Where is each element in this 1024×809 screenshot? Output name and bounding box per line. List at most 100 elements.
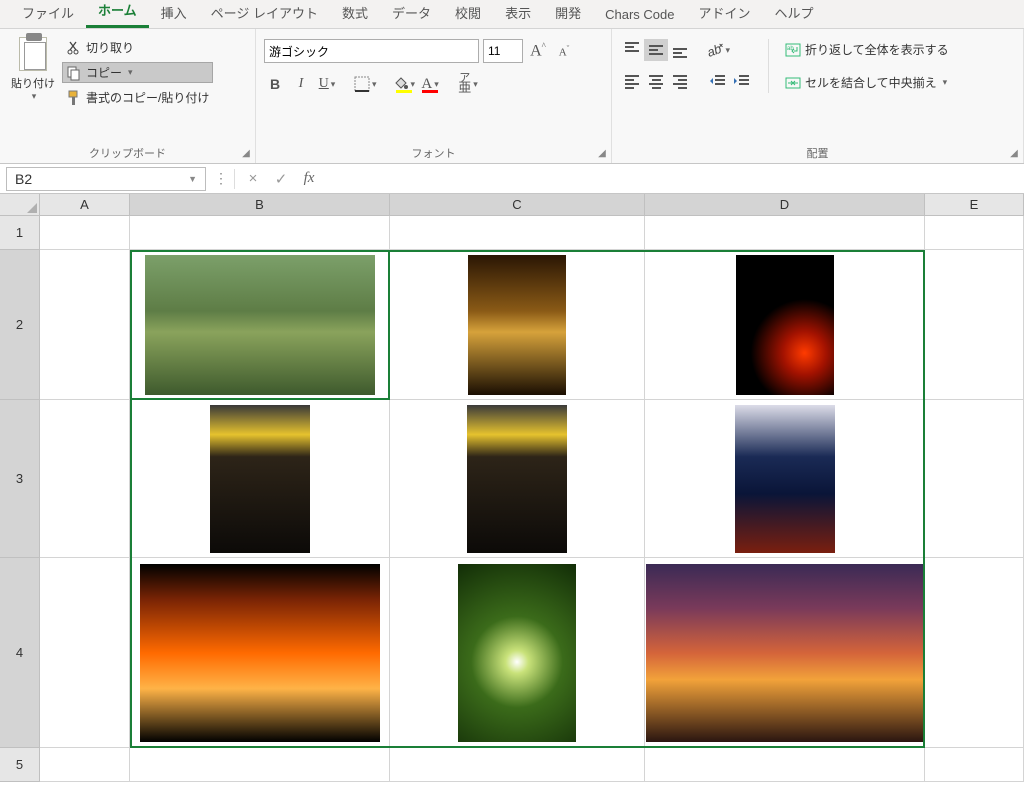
cell-C3[interactable] (390, 400, 645, 558)
column-header-C[interactable]: C (390, 194, 645, 216)
cell-E3[interactable] (925, 400, 1024, 558)
cancel-formula-button[interactable]: × (239, 167, 267, 191)
embedded-image-village-daisies[interactable] (145, 255, 375, 395)
row-header-4[interactable]: 4 (0, 558, 40, 748)
cell-A4[interactable] (40, 558, 130, 748)
align-center-button[interactable] (644, 71, 668, 93)
italic-button[interactable]: I (290, 73, 312, 95)
tab-developer[interactable]: 開発 (543, 0, 593, 28)
chevron-down-icon[interactable]: ▾ (411, 79, 416, 90)
cell-B1[interactable] (130, 216, 390, 250)
formula-input[interactable] (323, 167, 1024, 191)
cell-A3[interactable] (40, 400, 130, 558)
tab-data[interactable]: データ (380, 0, 443, 28)
chevron-down-icon[interactable]: ▾ (331, 79, 336, 90)
cell-C4[interactable] (390, 558, 645, 748)
column-header-E[interactable]: E (925, 194, 1024, 216)
enter-formula-button[interactable]: ✓ (267, 167, 295, 191)
cut-button[interactable]: 切り取り (62, 37, 213, 58)
increase-indent-button[interactable] (730, 71, 754, 93)
bold-button[interactable]: B (264, 73, 286, 95)
tab-formulas[interactable]: 数式 (330, 0, 380, 28)
cell-A5[interactable] (40, 748, 130, 782)
align-bottom-button[interactable] (668, 39, 692, 61)
borders-button[interactable]: ▾ (354, 73, 377, 95)
chevron-down-icon[interactable]: ▾ (434, 79, 439, 90)
cell-E2[interactable] (925, 250, 1024, 400)
font-dialog-launcher[interactable]: ◢ (596, 148, 608, 160)
row-header-2[interactable]: 2 (0, 250, 40, 400)
cell-C5[interactable] (390, 748, 645, 782)
insert-function-button[interactable]: fx (295, 167, 323, 191)
cell-B5[interactable] (130, 748, 390, 782)
column-header-D[interactable]: D (645, 194, 925, 216)
tab-home[interactable]: ホーム (86, 0, 149, 28)
embedded-image-alley-yellow-lantern[interactable] (210, 405, 310, 553)
cell-C2[interactable] (390, 250, 645, 400)
tab-addin[interactable]: アドイン (686, 0, 762, 28)
embedded-image-sunset-powerlines[interactable] (646, 564, 924, 742)
row-header-3[interactable]: 3 (0, 400, 40, 558)
chevron-down-icon[interactable]: ▾ (128, 67, 133, 78)
tab-view[interactable]: 表示 (493, 0, 543, 28)
cell-D4[interactable] (645, 558, 925, 748)
font-name-select[interactable] (264, 39, 479, 63)
font-color-button[interactable]: A ▾ (419, 73, 441, 95)
align-left-button[interactable] (620, 71, 644, 93)
alignment-dialog-launcher[interactable]: ◢ (1008, 148, 1020, 160)
paste-button[interactable]: 貼り付け ▾ (8, 33, 58, 108)
grow-font-button[interactable]: A^ (527, 40, 549, 62)
embedded-image-torii-tunnel[interactable] (140, 564, 380, 742)
clipboard-dialog-launcher[interactable]: ◢ (240, 148, 252, 160)
font-size-select[interactable] (483, 39, 523, 63)
align-right-button[interactable] (668, 71, 692, 93)
chevron-down-icon[interactable]: ▼ (188, 174, 197, 184)
chevron-down-icon[interactable]: ▾ (473, 79, 478, 90)
embedded-image-alley-yellow-lantern-2[interactable] (467, 405, 567, 553)
cell-E4[interactable] (925, 558, 1024, 748)
row-header-1[interactable]: 1 (0, 216, 40, 250)
cell-B4[interactable] (130, 558, 390, 748)
tab-page-layout[interactable]: ページ レイアウト (199, 0, 330, 28)
tab-insert[interactable]: 挿入 (149, 0, 199, 28)
chevron-down-icon[interactable]: ▾ (725, 45, 730, 56)
align-middle-button[interactable] (644, 39, 668, 61)
fill-color-button[interactable]: ▾ (393, 73, 416, 95)
select-all-corner[interactable] (0, 194, 40, 216)
cell-B2[interactable] (130, 250, 390, 400)
embedded-image-moon-blossom-shrine[interactable] (735, 405, 835, 553)
cell-D1[interactable] (645, 216, 925, 250)
embedded-image-red-lantern-street[interactable] (736, 255, 834, 395)
tab-help[interactable]: ヘルプ (762, 0, 825, 28)
orientation-button[interactable]: ab ▾ (706, 39, 730, 61)
tab-chars-code[interactable]: Chars Code (593, 2, 686, 28)
cell-B3[interactable] (130, 400, 390, 558)
format-painter-button[interactable]: 書式のコピー/貼り付け (62, 87, 213, 108)
cell-D5[interactable] (645, 748, 925, 782)
chevron-down-icon[interactable]: ▾ (943, 77, 948, 88)
embedded-image-lantern-corridor[interactable] (468, 255, 566, 395)
cell-E5[interactable] (925, 748, 1024, 782)
copy-button[interactable]: コピー ▾ (62, 62, 213, 83)
column-header-B[interactable]: B (130, 194, 390, 216)
cell-D3[interactable] (645, 400, 925, 558)
decrease-indent-button[interactable] (706, 71, 730, 93)
chevron-down-icon[interactable]: ▾ (372, 79, 377, 90)
cell-D2[interactable] (645, 250, 925, 400)
formula-bar-expand[interactable]: ⋮ (212, 170, 230, 187)
column-header-A[interactable]: A (40, 194, 130, 216)
phonetic-button[interactable]: ア亜 ▾ (457, 73, 479, 95)
shrink-font-button[interactable]: Aˇ (553, 40, 575, 62)
align-top-button[interactable] (620, 39, 644, 61)
embedded-image-green-forest-sun[interactable] (458, 564, 576, 742)
cell-E1[interactable] (925, 216, 1024, 250)
cell-C1[interactable] (390, 216, 645, 250)
wrap-text-button[interactable]: ab 折り返して全体を表示する (779, 39, 955, 60)
tab-file[interactable]: ファイル (10, 0, 86, 28)
cell-A2[interactable] (40, 250, 130, 400)
underline-button[interactable]: U▾ (316, 73, 338, 95)
row-header-5[interactable]: 5 (0, 748, 40, 782)
name-box[interactable]: B2 ▼ (6, 167, 206, 191)
tab-review[interactable]: 校閲 (443, 0, 493, 28)
merge-center-button[interactable]: セルを結合して中央揃え ▾ (779, 72, 955, 93)
